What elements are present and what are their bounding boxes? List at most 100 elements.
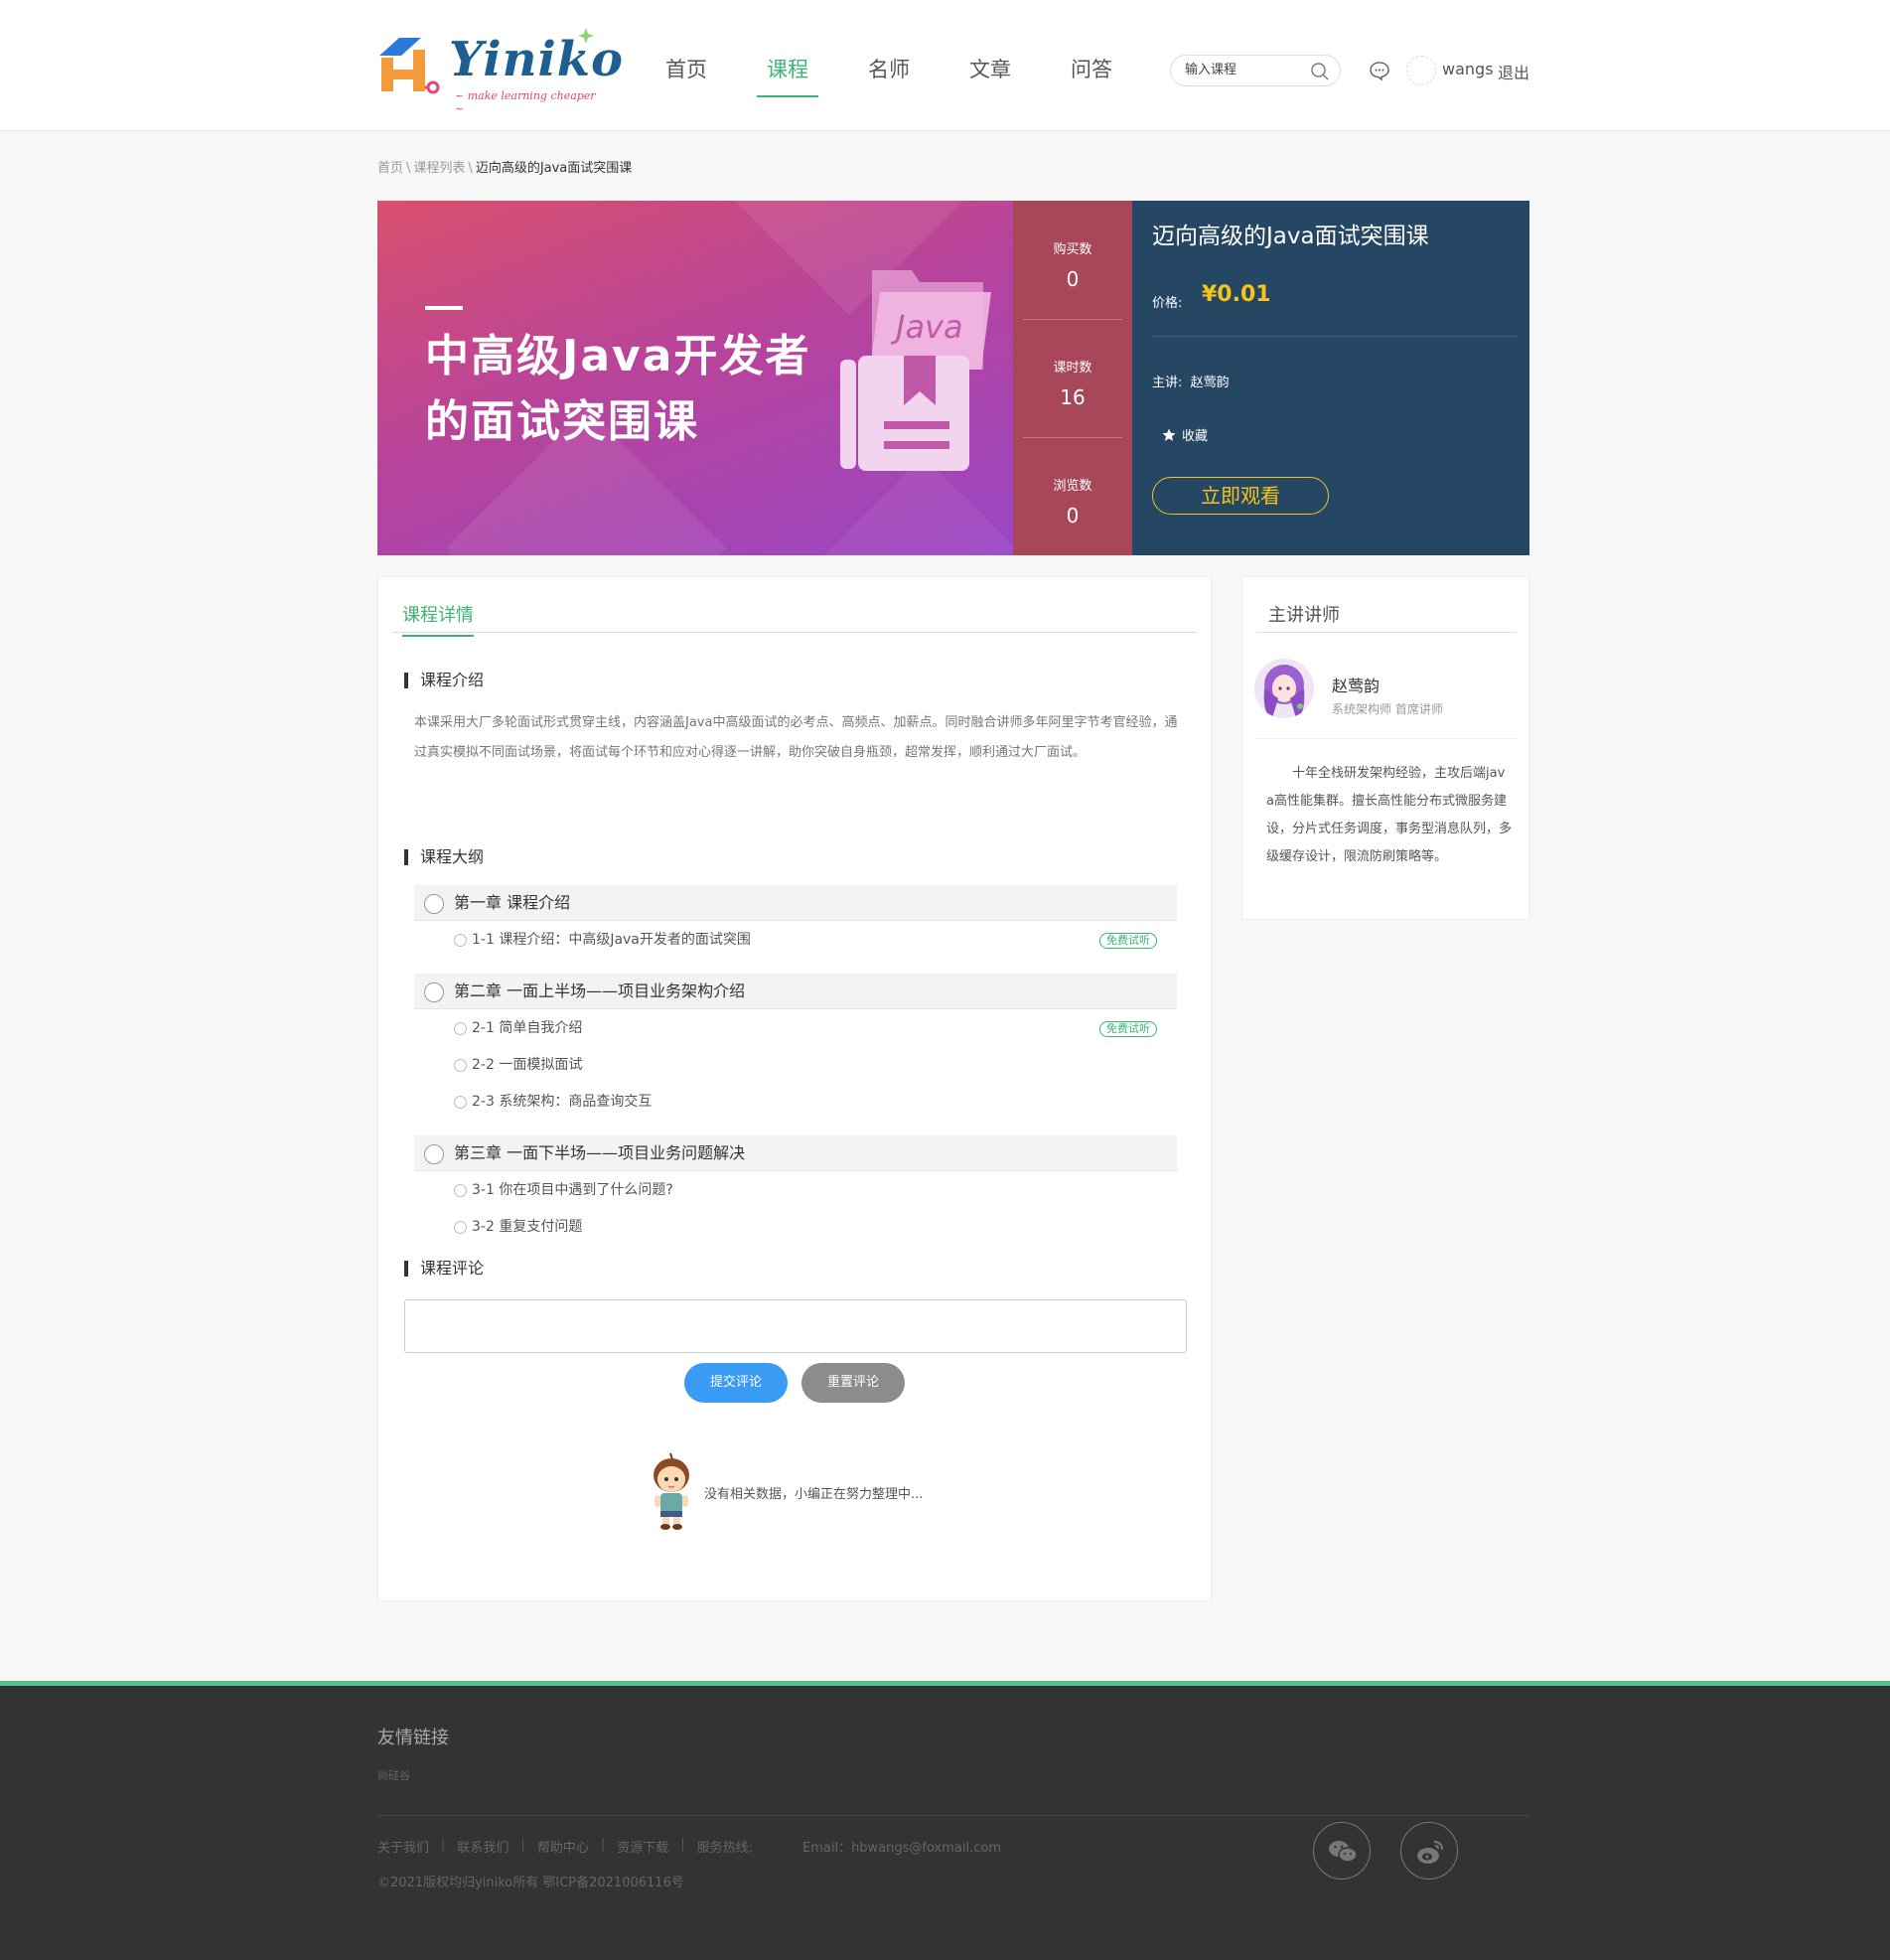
lesson-circle-icon [454,1096,467,1109]
cover-java-tag: Java [890,308,963,346]
footer-nav: 关于我们 | 联系我们 | 帮助中心 | 资源下载 | 服务热线: [377,1837,753,1856]
weibo-button[interactable] [1400,1822,1458,1880]
course-title: 迈向高级的Java面试突围课 [1152,224,1429,249]
chapter-item[interactable]: 第一章 课程介绍 [414,885,1177,921]
breadcrumb-separator: \ [406,161,411,176]
footer-separator: | [600,1837,606,1852]
logo[interactable]: Yiniko ~ make learning cheaper ~ [377,28,623,115]
breadcrumb: 首页 \ 课程列表 \ 迈向高级的Java面试突围课 [377,157,632,176]
lesson-item[interactable]: 1-1 课程介绍：中高级Java开发者的面试突围 免费试听 [414,925,1177,955]
divider [377,1815,1529,1816]
user-avatar[interactable] [1406,56,1436,85]
footer-separator: | [680,1837,685,1852]
divider [1152,336,1518,337]
footer-downloads[interactable]: 资源下载 [617,1837,668,1856]
lesson-circle-icon [454,934,467,947]
teacher-card-title: 主讲讲师 [1256,597,1517,633]
section-title-intro: 课程介绍 [404,673,484,688]
search-input[interactable] [1185,62,1304,76]
footer-separator: | [441,1837,446,1852]
footer-help[interactable]: 帮助中心 [537,1837,589,1856]
teacher-name[interactable]: 赵莺韵 [1332,673,1380,696]
submit-comment-button[interactable]: 提交评论 [684,1363,788,1403]
nav-articles[interactable]: 文章 [959,50,1021,97]
stat-lessons: 课时数 16 [1023,319,1122,437]
username[interactable]: wangs [1442,60,1494,78]
nav-home[interactable]: 首页 [655,50,717,97]
course-detail-card: 课程详情 课程介绍 本课采用大厂多轮面试形式贯穿主线，内容涵盖Java中高级面试… [377,576,1212,1601]
logout-link[interactable]: 退出 [1498,60,1529,83]
lesson-item[interactable]: 2-3 系统架构：商品查询交互 [414,1087,1177,1117]
teacher-description: 十年全栈研发架构经验，主攻后端java高性能集群。擅长高性能分布式微服务建设，分… [1266,766,1513,864]
lesson-circle-icon [454,1022,467,1035]
footer-about[interactable]: 关于我们 [377,1837,429,1856]
cover-headline-1: 中高级Java开发者 [425,331,811,381]
teacher-role: 系统架构师 首席讲师 [1332,702,1443,716]
price-value: ¥0.01 [1202,282,1271,307]
nav-courses[interactable]: 课程 [757,50,818,97]
logo-text: Yiniko [449,32,625,87]
detail-tab-bar: 课程详情 [392,597,1197,637]
empty-state-text: 没有相关数据，小编正在努力整理中... [704,1487,924,1502]
search-box [1170,55,1341,86]
comment-textarea[interactable] [404,1299,1187,1353]
lesson-item[interactable]: 2-1 简单自我介绍 免费试听 [414,1013,1177,1043]
course-banner: 中高级Java开发者 的面试突围课 Java 购买数 0 课时数 16 浏览数 … [377,201,1529,555]
nav-teachers[interactable]: 名师 [858,50,920,97]
lesson-title: 2-1 简单自我介绍 [472,1020,583,1036]
chapter-title: 第一章 课程介绍 [454,893,571,912]
free-trial-badge[interactable]: 免费试听 [1099,1021,1157,1037]
friend-link[interactable]: 尚硅谷 [377,1767,410,1783]
chapter-circle-icon [424,982,444,1002]
nav-qa[interactable]: 问答 [1061,50,1122,97]
lesson-circle-icon [454,1184,467,1197]
favorite-button[interactable]: 收藏 [1162,425,1208,444]
chapter-item[interactable]: 第三章 一面下半场——项目业务问题解决 [414,1135,1177,1171]
stat-value: 16 [1060,385,1086,409]
tab-course-detail[interactable]: 课程详情 [402,601,474,637]
lesson-title: 3-1 你在项目中遇到了什么问题? [472,1182,673,1198]
sparkle-icon [578,28,594,44]
star-icon [1162,428,1176,441]
reset-comment-button[interactable]: 重置评论 [801,1363,905,1403]
lesson-item[interactable]: 3-1 你在项目中遇到了什么问题? [414,1175,1177,1205]
footer-separator: | [520,1837,525,1852]
site-header: Yiniko ~ make learning cheaper ~ 首页 课程 名… [0,0,1890,131]
wechat-button[interactable] [1313,1822,1371,1880]
breadcrumb-home[interactable]: 首页 [377,161,403,176]
main-nav: 首页 课程 名师 文章 问答 [655,50,1162,97]
stat-views: 浏览数 0 [1023,437,1122,555]
course-stats: 购买数 0 课时数 16 浏览数 0 [1013,201,1132,555]
weibo-icon [1417,1841,1443,1864]
chapter-circle-icon [424,894,444,914]
breadcrumb-current: 迈向高级的Java面试突围课 [475,161,633,176]
footer-copyright: ©2021版权均归yiniko所有 鄂ICP备2021006116号 [377,1876,684,1890]
divider [1256,738,1517,739]
lesson-item[interactable]: 2-2 一面模拟面试 [414,1050,1177,1080]
teacher-avatar[interactable] [1254,659,1314,718]
stat-label: 购买数 [1053,242,1092,257]
logo-mark-icon [379,38,440,94]
search-icon[interactable] [1310,62,1330,81]
watch-now-button[interactable]: 立即观看 [1152,477,1329,515]
footer-email[interactable]: Email：hbwangs@foxmail.com [802,1837,1001,1856]
course-info-panel: 迈向高级的Java面试突围课 价格: ¥0.01 主讲: 赵莺韵 收藏 立即观看 [1132,201,1529,555]
breadcrumb-course-list[interactable]: 课程列表 [413,161,465,176]
lesson-item[interactable]: 3-2 重复支付问题 [414,1212,1177,1242]
cover-dash [425,306,463,310]
teacher-card: 主讲讲师 赵莺韵 系统架构师 首席讲师 十年全栈研发架构经验，主攻后端java高… [1241,576,1529,920]
message-icon[interactable] [1369,60,1390,81]
empty-state-boy-icon [654,1452,689,1530]
lesson-title: 1-1 课程介绍：中高级Java开发者的面试突围 [472,932,751,948]
chapter-title: 第二章 一面上半场——项目业务架构介绍 [454,981,746,1000]
chapter-item[interactable]: 第二章 一面上半场——项目业务架构介绍 [414,974,1177,1009]
section-title-outline: 课程大纲 [404,849,484,865]
course-intro-text: 本课采用大厂多轮面试形式贯穿主线，内容涵盖Java中高级面试的必考点、高频点、加… [414,715,1178,760]
lesson-title: 2-3 系统架构：商品查询交互 [472,1094,653,1110]
free-trial-badge[interactable]: 免费试听 [1099,933,1157,949]
cover-headline-2: 的面试突围课 [425,396,699,447]
stat-value: 0 [1066,504,1080,528]
friend-links-title: 友情链接 [377,1728,449,1748]
footer-contact[interactable]: 联系我们 [457,1837,509,1856]
lesson-title: 3-2 重复支付问题 [472,1219,583,1235]
